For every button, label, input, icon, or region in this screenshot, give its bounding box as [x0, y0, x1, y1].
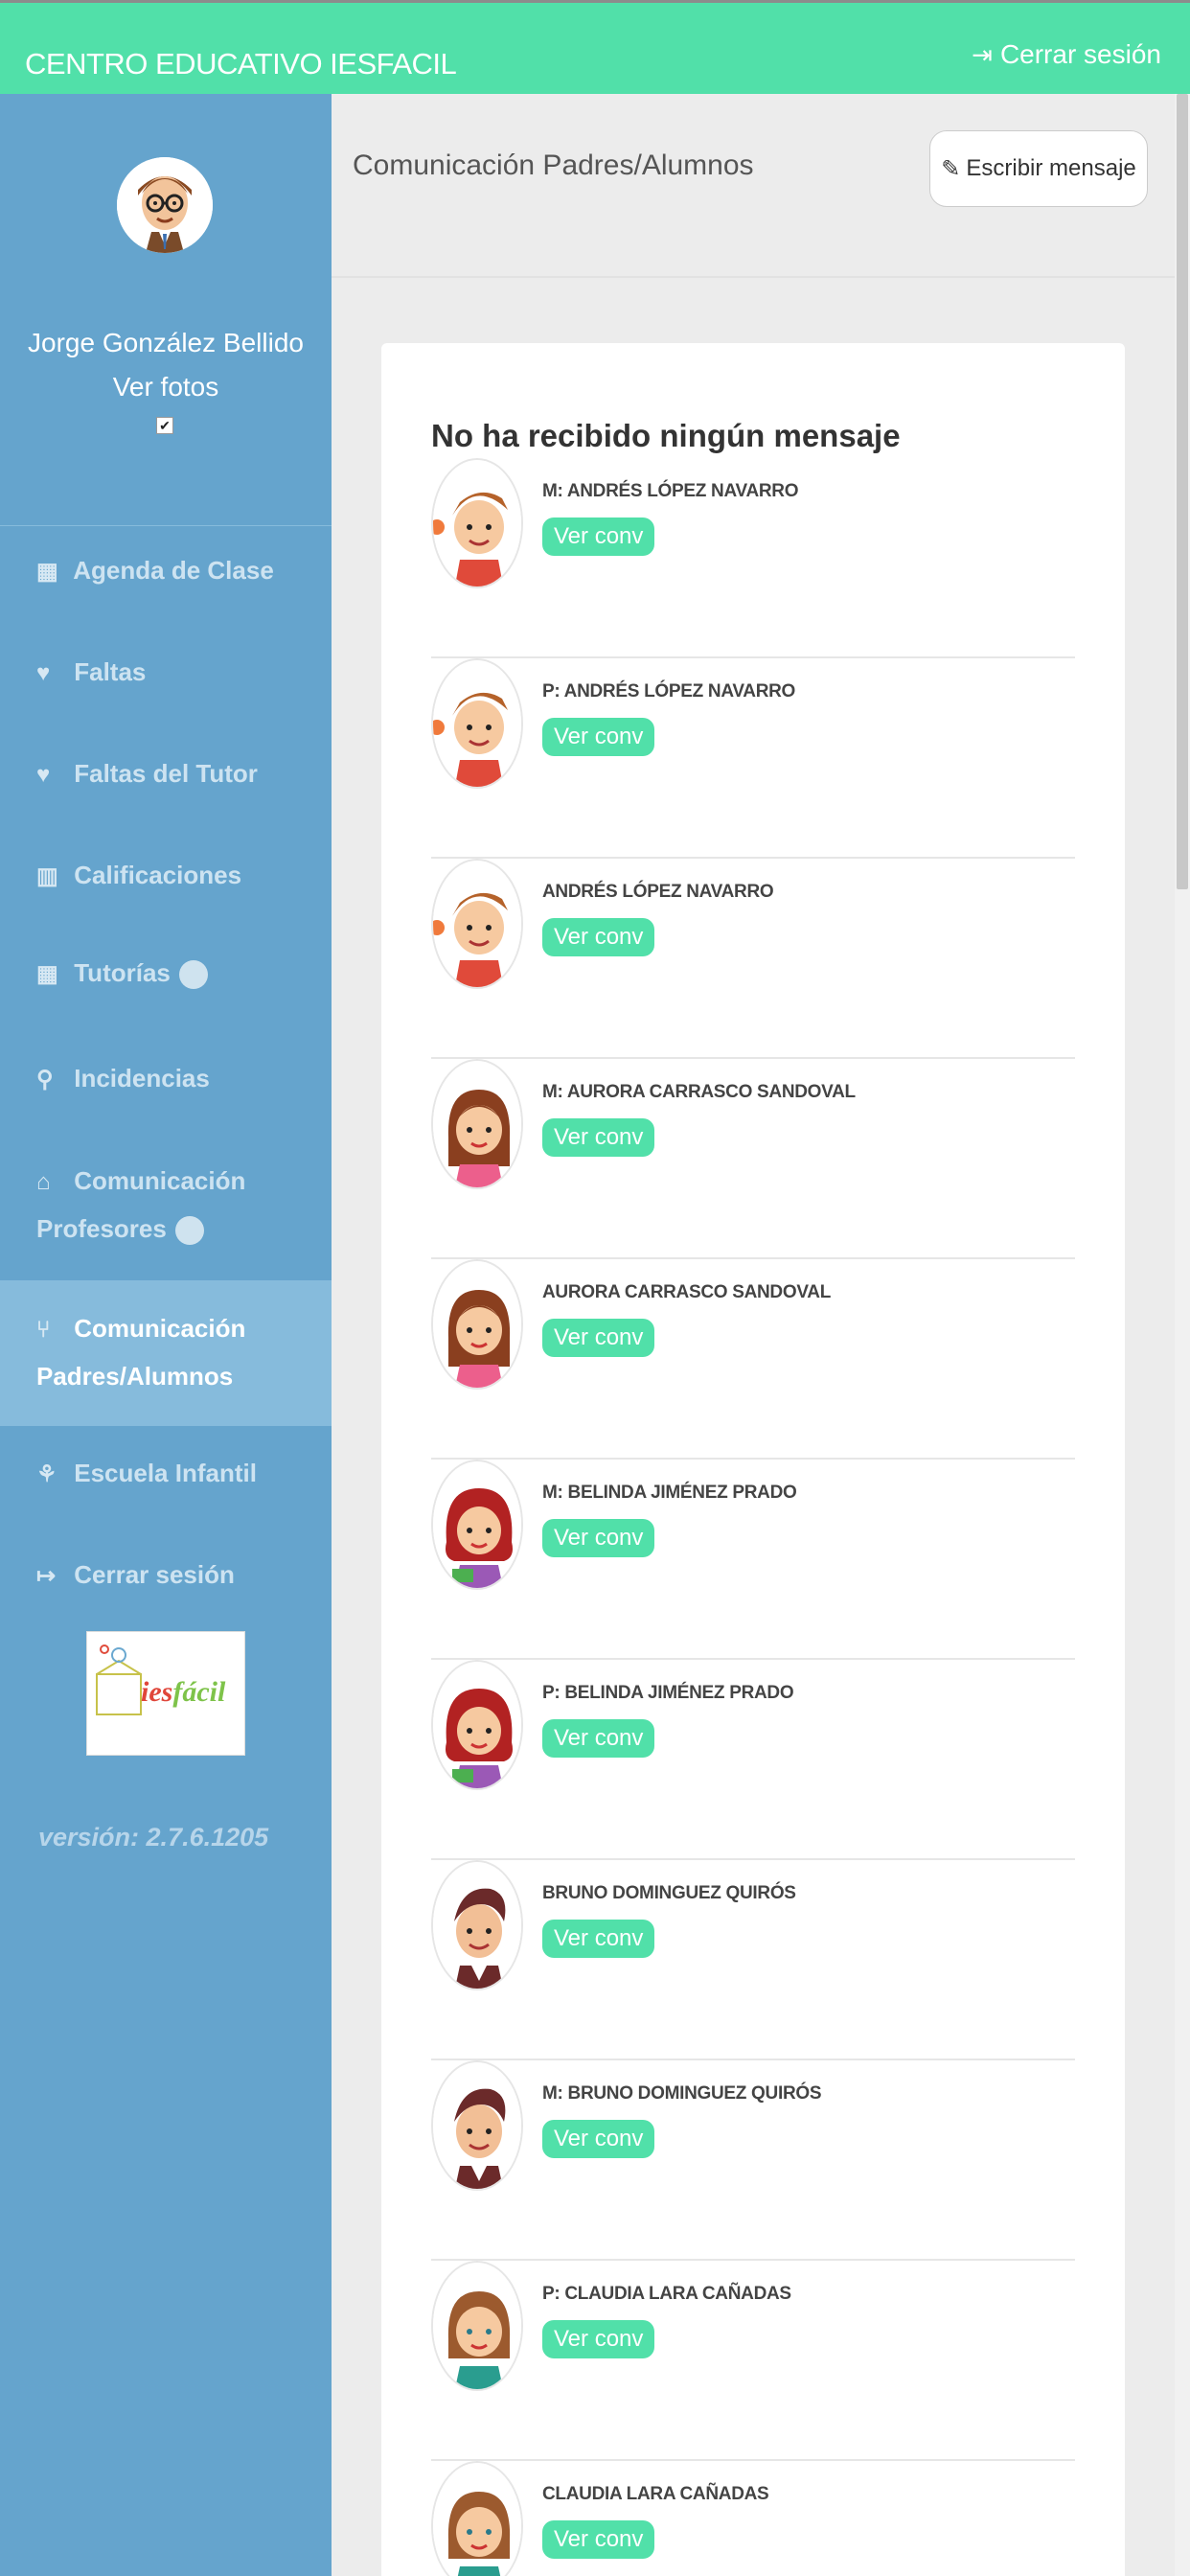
boy-darkhair-avatar — [431, 2060, 523, 2191]
user-name: Jorge González Bellido — [28, 328, 304, 357]
sidebar-item-label: Calificaciones — [74, 861, 242, 889]
cutlery-icon: ⑂ — [36, 1317, 51, 1343]
conversation-name: M: BELINDA JIMÉNEZ PRADO — [542, 1483, 797, 1503]
content-header: Comunicación Padres/Alumnos ✎ Escribir m… — [332, 94, 1175, 278]
conversation-name: ANDRÉS LÓPEZ NAVARRO — [542, 882, 774, 902]
sidebar-item-label: Comunicación Padres/Alumnos — [36, 1314, 246, 1391]
sign-out-icon: ↦ — [36, 1563, 57, 1589]
girl-avatar — [431, 2461, 523, 2576]
sidebar-item-comunicacion-profesores[interactable]: ⌂ Comunicación Profesores — [0, 1158, 332, 1252]
conversation-name: CLAUDIA LARA CAÑADAS — [542, 2484, 769, 2504]
sidebar-item-faltas-tutor[interactable]: ♥ Faltas del Tutor — [0, 759, 332, 789]
ver-conv-button[interactable]: Ver conv — [542, 1118, 655, 1157]
bar-chart-icon: ▥ — [36, 863, 58, 889]
heart-icon: ♥ — [36, 762, 51, 788]
conversation-name: P: CLAUDIA LARA CAÑADAS — [542, 2284, 791, 2304]
conversation-name: AURORA CARRASCO SANDOVAL — [542, 1282, 832, 1302]
write-message-label: Escribir mensaje — [966, 155, 1136, 181]
conversation-name: M: ANDRÉS LÓPEZ NAVARRO — [542, 481, 799, 501]
ver-conv-button[interactable]: Ver conv — [542, 1319, 655, 1357]
calendar-icon: ▦ — [36, 961, 58, 987]
girl-avatar — [431, 1059, 523, 1189]
sign-out-icon: ⇥ — [972, 39, 993, 69]
page-title: Comunicación Padres/Alumnos — [353, 150, 754, 181]
ver-conv-button[interactable]: Ver conv — [542, 1519, 655, 1557]
logout-link[interactable]: ⇥ Cerrar sesión — [972, 39, 1161, 70]
boy-avatar — [431, 658, 523, 789]
sidebar-item-label: Tutorías — [74, 958, 171, 987]
child-icon: ⚘ — [36, 1461, 57, 1487]
girl-redhair-avatar — [431, 1460, 523, 1590]
svg-text:iesfácil: iesfácil — [141, 1676, 226, 1708]
sidebar-item-faltas[interactable]: ♥ Faltas — [0, 657, 332, 687]
conversation-name: BRUNO DOMINGUEZ QUIRÓS — [542, 1883, 796, 1903]
sidebar-item-label: Escuela Infantil — [74, 1459, 257, 1487]
conversation-item: M: AURORA CARRASCO SANDOVAL Ver conv — [431, 1059, 1075, 1259]
ver-fotos-link[interactable]: Ver fotos — [0, 372, 332, 402]
ver-conv-button[interactable]: Ver conv — [542, 1719, 655, 1758]
ver-conv-button[interactable]: Ver conv — [542, 718, 655, 756]
conversation-item: M: BRUNO DOMINGUEZ QUIRÓS Ver conv — [431, 2060, 1075, 2261]
sidebar: Jorge González Bellido Ver fotos ✔ ▦ Age… — [0, 94, 332, 2576]
sidebar-item-label: Faltas — [74, 657, 147, 686]
calendar-icon: ▦ — [36, 559, 58, 585]
write-message-button[interactable]: ✎ Escribir mensaje — [929, 130, 1148, 207]
brand-title[interactable]: CENTRO EDUCATIVO IESFACIL — [25, 47, 457, 81]
scrollbar-thumb[interactable] — [1177, 94, 1188, 889]
girl-avatar — [431, 2261, 523, 2391]
messages-card: No ha recibido ningún mensaje M: ANDRÉS … — [381, 343, 1125, 2576]
graduation-cap-icon: ⌂ — [36, 1169, 51, 1195]
notification-badge — [175, 1216, 205, 1246]
conversation-item: M: BELINDA JIMÉNEZ PRADO Ver conv — [431, 1460, 1075, 1660]
sidebar-item-label: Comunicación Profesores — [36, 1166, 246, 1243]
ver-fotos-checkbox[interactable]: ✔ — [156, 417, 173, 434]
conversation-name: P: BELINDA JIMÉNEZ PRADO — [542, 1683, 794, 1703]
conversation-item: P: BELINDA JIMÉNEZ PRADO Ver conv — [431, 1660, 1075, 1860]
notification-badge — [179, 960, 209, 990]
conversation-item: ANDRÉS LÓPEZ NAVARRO Ver conv — [431, 859, 1075, 1059]
pin-icon: ⚲ — [36, 1067, 54, 1092]
boy-avatar — [431, 859, 523, 989]
sidebar-item-agenda[interactable]: ▦ Agenda de Clase — [0, 556, 332, 586]
sidebar-item-comunicacion-padres[interactable]: ⑂ Comunicación Padres/Alumnos — [0, 1280, 332, 1426]
app-version: versión: 2.7.6.1205 — [38, 1823, 269, 1852]
ver-conv-button[interactable]: Ver conv — [542, 918, 655, 956]
ver-conv-button[interactable]: Ver conv — [542, 2320, 655, 2358]
conversation-item: P: CLAUDIA LARA CAÑADAS Ver conv — [431, 2261, 1075, 2461]
sidebar-item-label: Agenda de Clase — [73, 556, 274, 585]
iesfacil-logo[interactable]: iesfácil — [86, 1631, 245, 1756]
sidebar-divider — [0, 525, 332, 526]
empty-inbox-message: No ha recibido ningún mensaje — [431, 418, 901, 453]
boy-darkhair-avatar — [431, 1860, 523, 1990]
teacher-avatar — [117, 157, 213, 253]
sidebar-item-incidencias[interactable]: ⚲ Incidencias — [0, 1064, 332, 1093]
ver-conv-button[interactable]: Ver conv — [542, 518, 655, 556]
logout-label: Cerrar sesión — [999, 39, 1161, 69]
pencil-icon: ✎ — [941, 155, 961, 182]
sidebar-item-calificaciones[interactable]: ▥ Calificaciones — [0, 861, 332, 890]
boy-avatar — [431, 458, 523, 588]
sidebar-item-label: Faltas del Tutor — [74, 759, 258, 788]
sidebar-item-label: Incidencias — [74, 1064, 210, 1092]
conversation-item: AURORA CARRASCO SANDOVAL Ver conv — [431, 1259, 1075, 1460]
conversation-name: P: ANDRÉS LÓPEZ NAVARRO — [542, 681, 796, 702]
ver-conv-button[interactable]: Ver conv — [542, 1920, 655, 1958]
sidebar-item-label: Cerrar sesión — [74, 1560, 235, 1589]
girl-avatar — [431, 1259, 523, 1390]
heart-icon: ♥ — [36, 660, 51, 686]
sidebar-item-tutorias[interactable]: ▦ Tutorías — [0, 958, 332, 990]
conversation-item: M: ANDRÉS LÓPEZ NAVARRO Ver conv — [431, 458, 1075, 658]
girl-redhair-avatar — [431, 1660, 523, 1790]
conversation-list: M: ANDRÉS LÓPEZ NAVARRO Ver conv P: ANDR… — [431, 458, 1075, 2576]
ver-conv-button[interactable]: Ver conv — [542, 2120, 655, 2158]
conversation-name: M: BRUNO DOMINGUEZ QUIRÓS — [542, 2083, 822, 2104]
conversation-item: CLAUDIA LARA CAÑADAS Ver conv — [431, 2461, 1075, 2576]
conversation-item: BRUNO DOMINGUEZ QUIRÓS Ver conv — [431, 1860, 1075, 2060]
conversation-name: M: AURORA CARRASCO SANDOVAL — [542, 1082, 856, 1102]
sidebar-item-escuela-infantil[interactable]: ⚘ Escuela Infantil — [0, 1459, 332, 1488]
ver-conv-button[interactable]: Ver conv — [542, 2520, 655, 2559]
sidebar-item-cerrar-sesion[interactable]: ↦ Cerrar sesión — [0, 1560, 332, 1590]
conversation-item: P: ANDRÉS LÓPEZ NAVARRO Ver conv — [431, 658, 1075, 859]
